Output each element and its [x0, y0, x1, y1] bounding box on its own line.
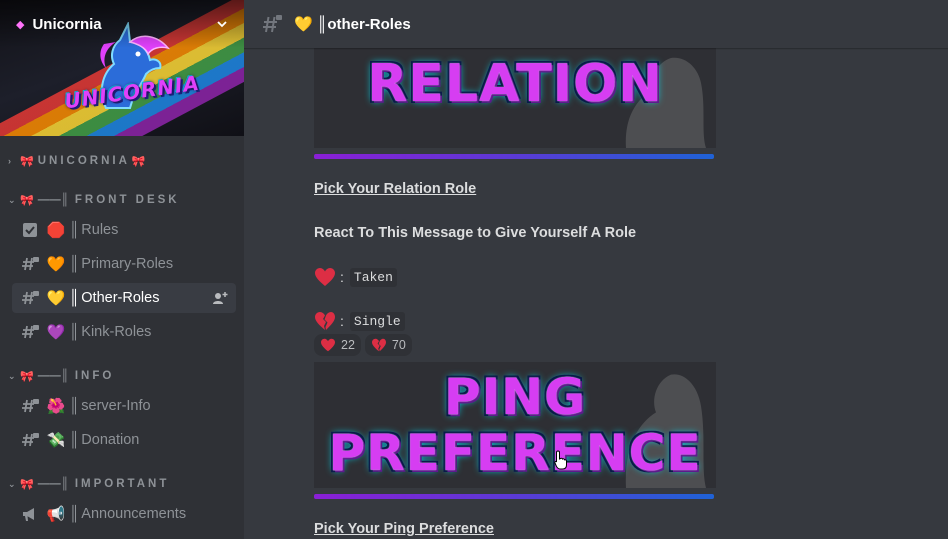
ping-title-line2: PREFERENCE	[328, 424, 702, 482]
megaphone-icon: 📢	[46, 506, 66, 523]
hand-pointer-icon	[554, 450, 567, 470]
channel-other-roles[interactable]: 💛 ║ Other-Roles	[12, 283, 236, 313]
relation-banner-image[interactable]: RELATION	[314, 48, 716, 148]
channel-name: Rules	[81, 222, 119, 238]
instruction-text: React To This Message to Give Yourself A…	[314, 225, 637, 241]
category-prefix: ——║	[37, 370, 69, 382]
category-info[interactable]: ⌄ 🎀 ——║ INFO	[0, 364, 114, 388]
text-channel-lock-icon	[22, 257, 39, 271]
category-front-desk[interactable]: ⌄ 🎀 ——║ FRONT DESK	[0, 188, 180, 212]
option-taken: : Taken	[314, 267, 397, 287]
reaction-broken-heart[interactable]: 70	[364, 334, 412, 356]
text-channel-lock-icon	[22, 291, 39, 305]
ping-title-line1: PING	[443, 368, 587, 426]
bow-icon: 🎀	[131, 155, 146, 168]
channel-separator: ║	[69, 256, 80, 272]
channel-separator: ║	[69, 506, 80, 522]
yellow-heart-icon: 💛	[46, 290, 66, 307]
colon: :	[340, 313, 344, 329]
rules-checkbox-icon	[23, 223, 37, 237]
flower-icon: 🌺	[46, 398, 66, 415]
channel-name: Other-Roles	[81, 290, 160, 306]
bow-icon: 🎀	[20, 478, 34, 491]
ping-heading: Pick Your Ping Preference	[314, 521, 494, 537]
gradient-divider	[314, 154, 714, 159]
chevron-down-icon[interactable]	[216, 18, 228, 30]
chevron-right-icon: ›	[8, 156, 11, 166]
colon: :	[340, 269, 344, 285]
bow-icon: 🎀	[20, 194, 34, 207]
channel-title: ║other-Roles	[316, 15, 411, 33]
red-heart-icon	[315, 268, 335, 286]
bow-icon: 🎀	[20, 370, 34, 383]
channel-name: Primary-Roles	[81, 256, 174, 272]
stop-sign-icon: 🛑	[46, 222, 66, 239]
category-unicornia[interactable]: › 🎀 UNICORNIA 🎀	[0, 149, 150, 173]
option-single: : Single	[314, 311, 405, 331]
server-name: Unicornia	[32, 15, 102, 33]
text-channel-lock-icon	[22, 433, 39, 447]
chat-area: 💛 ║other-Roles RELATION Pick Your Relati…	[244, 0, 948, 539]
broken-heart-icon	[315, 312, 335, 330]
ping-preference-banner-image[interactable]: PING PREFERENCE	[314, 362, 716, 488]
channel-donation[interactable]: 💸 ║ Donation	[12, 425, 236, 455]
relation-heading: Pick Your Relation Role	[314, 181, 477, 197]
channel-header: 💛 ║other-Roles	[244, 0, 948, 48]
channel-server-info[interactable]: 🌺 ║ server-Info	[12, 391, 236, 421]
option-single-code: Single	[349, 311, 405, 331]
money-wings-icon: 💸	[46, 432, 66, 449]
category-label: FRONT DESK	[74, 194, 180, 206]
channel-name: Donation	[81, 432, 140, 448]
gradient-divider	[314, 494, 714, 499]
channel-name: Kink-Roles	[81, 324, 152, 340]
channel-name: server-Info	[81, 398, 151, 414]
channel-kink-roles[interactable]: 💜 ║ Kink-Roles	[12, 317, 236, 347]
text-channel-lock-icon	[263, 15, 282, 33]
channel-rules[interactable]: 🛑 ║ Rules	[12, 215, 236, 245]
channel-separator: ║	[69, 290, 80, 306]
channel-separator: ║	[69, 398, 80, 414]
chevron-down-icon: ⌄	[8, 194, 16, 205]
category-prefix: ——║	[37, 194, 69, 206]
text-channel-lock-icon	[22, 325, 39, 339]
option-taken-code: Taken	[349, 267, 397, 287]
yellow-heart-icon: 💛	[294, 16, 313, 33]
category-label: UNICORNIA	[37, 155, 130, 167]
relation-title: RELATION	[367, 54, 663, 114]
reaction-bar: 22 70	[314, 334, 412, 356]
reaction-count: 70	[391, 338, 406, 352]
reaction-red-heart[interactable]: 22	[314, 334, 361, 356]
channel-separator: ║	[69, 432, 80, 448]
boost-gem-icon: ◆	[16, 18, 25, 31]
channel-primary-roles[interactable]: 🧡 ║ Primary-Roles	[12, 249, 236, 279]
channel-name: Announcements	[81, 506, 187, 522]
category-prefix: ——║	[37, 478, 69, 490]
category-important[interactable]: ⌄ 🎀 ——║ IMPORTANT	[0, 472, 169, 496]
server-banner[interactable]: UNICORNIA ◆ Unicornia	[0, 0, 244, 136]
add-member-icon[interactable]	[212, 291, 228, 305]
broken-heart-icon	[371, 338, 386, 352]
category-label: INFO	[74, 370, 115, 382]
bow-icon: 🎀	[20, 155, 34, 168]
purple-heart-icon: 💜	[46, 324, 66, 341]
category-label: IMPORTANT	[74, 478, 170, 490]
server-header[interactable]: ◆ Unicornia	[0, 0, 244, 48]
text-channel-lock-icon	[22, 399, 39, 413]
channel-announcements[interactable]: 📢 ║ Announcements	[12, 499, 236, 529]
announcement-icon	[23, 508, 34, 521]
reaction-count: 22	[341, 338, 355, 352]
chevron-down-icon: ⌄	[8, 478, 16, 489]
chevron-down-icon: ⌄	[8, 370, 16, 381]
red-heart-icon	[321, 338, 335, 352]
channel-separator: ║	[69, 222, 80, 238]
channel-separator: ║	[69, 324, 80, 340]
orange-heart-icon: 🧡	[46, 256, 66, 273]
channel-sidebar: UNICORNIA ◆ Unicornia › 🎀 UNICORNIA 🎀 ⌄ …	[0, 0, 244, 539]
